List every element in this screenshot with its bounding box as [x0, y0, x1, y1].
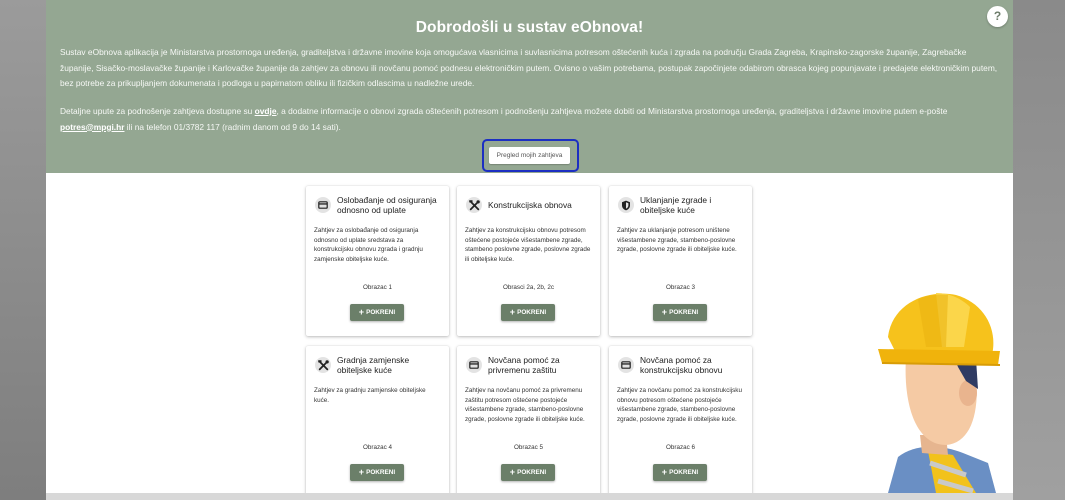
- form-number: Obrazac 5: [513, 444, 544, 451]
- request-card: Novčana pomoć za privremenu zaštitu Zaht…: [457, 346, 600, 493]
- plus-icon: +: [358, 307, 365, 317]
- start-button-label: POKRENI: [517, 469, 547, 476]
- card-title: Novčana pomoć za privremenu zaštitu: [488, 355, 560, 375]
- card-title: Uklanjanje zgrade i obiteljske kuće: [640, 195, 712, 215]
- email-link[interactable]: potres@mpgi.hr: [60, 122, 124, 132]
- start-button[interactable]: + POKRENI: [350, 464, 404, 481]
- card-description: Zahtjev za uklanjanje potresom uništene …: [617, 227, 737, 253]
- review-requests-button[interactable]: Pregled mojih zahtjeva: [489, 147, 570, 164]
- card-description: Zahtjev za gradnju zamjenske obiteljske …: [314, 387, 426, 404]
- plus-icon: +: [509, 307, 516, 317]
- card-icon: [315, 197, 331, 213]
- plus-icon: +: [661, 467, 668, 477]
- card-description: Zahtjev za oslobađanje od osiguranja odn…: [314, 227, 423, 263]
- construction-worker-illustration: [878, 293, 1001, 493]
- form-number: Obrazac 4: [362, 444, 393, 451]
- plus-icon: +: [661, 307, 668, 317]
- card-title: Konstrukcijska obnova: [488, 200, 572, 210]
- tools-icon: [466, 197, 482, 213]
- request-card: Uklanjanje zgrade i obiteljske kuće Zaht…: [609, 186, 752, 336]
- page-title: Dobrodošli u sustav eObnova!: [415, 19, 644, 36]
- start-button[interactable]: + POKRENI: [501, 464, 555, 481]
- intro-text: Sustav eObnova aplikacija je Ministarstv…: [60, 47, 998, 88]
- plus-icon: +: [509, 467, 516, 477]
- info-text-start: Detaljne upute za podnošenje zahtjeva do…: [60, 106, 255, 116]
- card-icon: [618, 357, 634, 373]
- card-title: Novčana pomoć za konstrukcijsku obnovu: [640, 355, 723, 375]
- right-backdrop: [1013, 0, 1065, 500]
- shield-icon: [618, 197, 634, 213]
- form-number: Obrazac 6: [665, 444, 696, 451]
- start-button-label: POKRENI: [517, 309, 547, 316]
- card-icon: [466, 357, 482, 373]
- bottom-strip: [46, 493, 1013, 500]
- start-button-label: POKRENI: [366, 309, 396, 316]
- card-description: Zahtjev za novčanu pomoć za konstrukcijs…: [617, 387, 742, 423]
- card-description: Zahtjev na novčanu pomoć za privremenu z…: [465, 387, 585, 423]
- eobnova-page: Dobrodošli u sustav eObnova! ? Sustav eO…: [46, 0, 1013, 493]
- welcome-banner: Dobrodošli u sustav eObnova! ? Sustav eO…: [46, 0, 1013, 173]
- card-title: Gradnja zamjenske obiteljske kuće: [337, 355, 410, 375]
- start-button[interactable]: + POKRENI: [653, 304, 707, 321]
- card-description: Zahtjev za konstrukcijsku obnovu potreso…: [465, 227, 591, 263]
- contact-info-text: Detaljne upute za podnošenje zahtjeva do…: [60, 104, 1000, 135]
- start-button-label: POKRENI: [669, 469, 699, 476]
- start-button-label: POKRENI: [669, 309, 699, 316]
- form-number: Obrazac 3: [665, 284, 696, 291]
- request-card: Oslobađanje od osiguranja odnosno od upl…: [306, 186, 449, 336]
- start-button[interactable]: + POKRENI: [653, 464, 707, 481]
- start-button-label: POKRENI: [366, 469, 396, 476]
- card-title: Oslobađanje od osiguranja odnosno od upl…: [337, 195, 437, 215]
- plus-icon: +: [358, 467, 365, 477]
- form-number: Obrasci 2a, 2b, 2c: [502, 284, 555, 291]
- review-highlight-frame: Pregled mojih zahtjeva: [482, 139, 579, 172]
- request-card: Gradnja zamjenske obiteljske kuće Zahtje…: [306, 346, 449, 493]
- info-text-middle: , a dodatne informacije o obnovi zgrada …: [276, 106, 948, 116]
- request-card: Novčana pomoć za konstrukcijsku obnovu Z…: [609, 346, 752, 493]
- left-backdrop: [0, 0, 46, 500]
- info-text-end: ili na telefon 01/3782 117 (radnim danom…: [124, 121, 341, 132]
- form-number: Obrazac 1: [362, 284, 393, 291]
- request-card: Konstrukcijska obnova Zahtjev za konstru…: [457, 186, 600, 336]
- start-button[interactable]: + POKRENI: [501, 304, 555, 321]
- help-button[interactable]: ?: [987, 6, 1008, 27]
- instructions-link[interactable]: ovdje: [255, 106, 277, 116]
- tools-icon: [315, 357, 331, 373]
- start-button[interactable]: + POKRENI: [350, 304, 404, 321]
